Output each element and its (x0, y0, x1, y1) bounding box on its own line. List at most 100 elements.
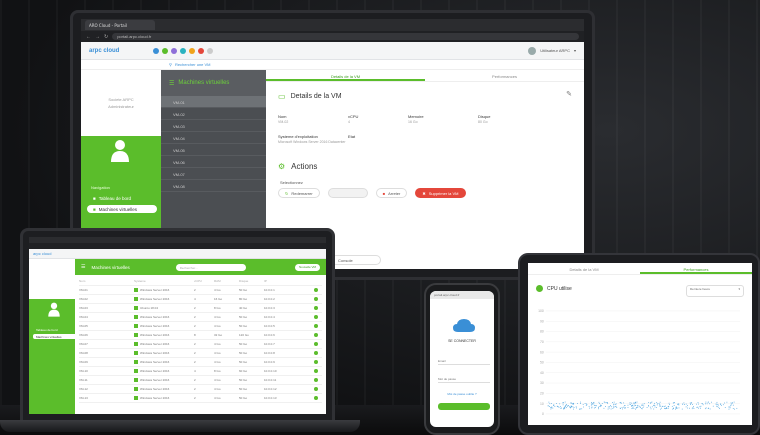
password-field[interactable]: Mot de passe (438, 375, 490, 383)
table-row[interactable]: VM-13 Windows Server 2016 2 4 Go 50 Go 10.0.0… (79, 394, 322, 403)
tablet: Details de la VM Performances CPU utilis… (518, 253, 760, 435)
y-tick-label: 100 (538, 309, 544, 313)
data-point (715, 403, 717, 405)
data-point (614, 406, 616, 408)
actions-toolbar: ↻ Redemarrer ■ Arreter ✖ Supprimer la VM (278, 188, 466, 198)
search-input[interactable]: Rechercher une VM (175, 62, 211, 67)
time-range-select[interactable]: Derniere heure ▾ (686, 285, 744, 297)
data-point (635, 408, 636, 410)
sidebar-item-vms[interactable]: ■ Machines virtuelles (87, 205, 157, 213)
list-item[interactable]: VM-01 (161, 96, 266, 108)
table-row[interactable]: VM-01 Windows Server 2016 2 4 Go 50 Go 10.0.0… (79, 286, 322, 295)
email-field[interactable]: Email (438, 357, 490, 365)
os-label: Windows Server 2016 (140, 288, 170, 292)
data-point (732, 408, 734, 409)
sidebar-item-dashboard[interactable]: ■ Tableau de bord (87, 194, 157, 202)
data-point (598, 401, 600, 403)
action-button[interactable]: ■ Arreter (375, 188, 408, 198)
forgot-password-link[interactable]: Mot de passe oublie ? (430, 392, 494, 396)
data-point (619, 402, 621, 403)
action-button[interactable]: ✖ Supprimer la VM (415, 188, 466, 198)
data-point (624, 405, 626, 406)
data-point (615, 405, 617, 407)
console-button[interactable]: Console (331, 255, 381, 265)
table-row[interactable]: VM-05 Windows Server 2016 2 4 Go 50 Go 10.0.0… (79, 322, 322, 331)
table-cell: 50 Go (239, 396, 248, 400)
data-point (581, 408, 583, 410)
data-point (613, 405, 615, 407)
app-icon[interactable] (171, 47, 177, 54)
data-point (656, 404, 658, 406)
list-item[interactable]: VM-05 (161, 144, 266, 156)
app-logo[interactable]: arpc cloud (89, 48, 149, 54)
reload-icon[interactable]: ↻ (104, 34, 108, 40)
os-icon (134, 333, 138, 337)
table-row[interactable]: VM-11 Windows Server 2016 2 4 Go 50 Go 10.0.0… (79, 376, 322, 385)
action-button[interactable]: ↻ Redemarrer (278, 188, 320, 198)
data-point (619, 407, 621, 409)
data-point (659, 401, 661, 403)
data-point (659, 404, 661, 405)
list-item[interactable]: VM-02 (161, 108, 266, 120)
login-button[interactable] (438, 403, 490, 410)
forward-icon[interactable]: → (95, 34, 100, 40)
column-header[interactable]: Nom (79, 279, 134, 283)
sidebar-section-label: Navigation (91, 185, 110, 190)
data-point (638, 405, 640, 407)
user-menu[interactable]: Utilisateur ARPC ▾ (528, 46, 576, 55)
table-row[interactable]: VM-08 Windows Server 2016 2 4 Go 50 Go 10.0.0… (79, 349, 322, 358)
search-input[interactable]: Rechercher... (175, 263, 246, 271)
list-item[interactable]: VM-03 (161, 120, 266, 132)
app-logo[interactable]: arpc cloud (33, 251, 51, 256)
tab-details[interactable]: Details de la VM (266, 70, 425, 81)
table-row[interactable]: VM-03 Ubuntu 18.04 2 8 Go 40 Go 10.0.0.3 (79, 304, 322, 313)
column-header[interactable]: Systeme (134, 279, 194, 283)
action-button[interactable] (327, 188, 368, 198)
app-icon[interactable] (207, 47, 213, 54)
table-row[interactable]: VM-09 Windows Server 2016 2 4 Go 50 Go 10.0.0… (79, 358, 322, 367)
app-icon[interactable] (180, 47, 186, 54)
data-point (593, 403, 595, 405)
app-icon[interactable] (162, 47, 168, 54)
data-point (594, 407, 596, 408)
list-item[interactable]: VM-07 (161, 168, 266, 180)
data-point (594, 405, 596, 407)
column-header[interactable]: RAM (214, 279, 239, 283)
table-row[interactable]: VM-04 Windows Server 2016 2 4 Go 50 Go 10.0.0… (79, 313, 322, 322)
sidebar-item-dashboard[interactable]: Tableau de bord (33, 327, 77, 332)
table-row[interactable]: VM-06 Windows Server 2016 8 32 Go 120 Go 10.0… (79, 331, 322, 340)
new-vm-button[interactable]: Nouvelle VM (294, 263, 320, 271)
tab-details[interactable]: Details de la VM (528, 263, 640, 274)
app-icon[interactable] (153, 47, 159, 54)
list-item[interactable]: VM-08 (161, 180, 266, 192)
data-point (555, 403, 557, 404)
address-bar[interactable]: portail.arpc.cloud.fr (112, 33, 579, 40)
data-point (732, 402, 733, 404)
table-cell: VM-12 (79, 387, 88, 391)
list-item[interactable]: VM-06 (161, 156, 266, 168)
table-row[interactable]: VM-07 Windows Server 2016 2 4 Go 50 Go 10.0.0… (79, 340, 322, 349)
column-header[interactable]: IP (264, 279, 314, 283)
back-icon[interactable]: ← (86, 34, 91, 40)
y-tick-label: 80 (540, 330, 544, 334)
edit-icon[interactable]: ✎ (566, 90, 572, 98)
browser-tab[interactable]: ARO Cloud - Portail (85, 20, 155, 30)
address-bar[interactable]: portail.arpc.cloud.fr (430, 291, 494, 299)
data-point (718, 406, 720, 408)
table-row[interactable]: VM-10 Windows Server 2016 4 8 Go 60 Go 10.0.0… (79, 367, 322, 376)
table-row[interactable]: VM-02 Windows Server 2016 4 16 Go 80 Go 10.0.… (79, 295, 322, 304)
column-header[interactable]: vCPU (194, 279, 214, 283)
column-header[interactable]: Disque (239, 279, 264, 283)
table-cell: 16 Go (214, 297, 223, 301)
list-item[interactable]: VM-04 (161, 132, 266, 144)
data-point (633, 405, 635, 407)
app-icon[interactable] (198, 47, 204, 54)
sidebar-item-vms[interactable]: Machines virtuelles (33, 334, 77, 339)
data-point (678, 404, 680, 406)
tab-performance[interactable]: Performances (425, 70, 584, 81)
table-row[interactable]: VM-12 Windows Server 2016 2 4 Go 50 Go 10.0.0… (79, 385, 322, 394)
tab-performance[interactable]: Performances (640, 263, 752, 274)
app-icon[interactable] (189, 47, 195, 54)
data-point (564, 406, 566, 408)
os-label: Windows Server 2016 (140, 396, 170, 400)
